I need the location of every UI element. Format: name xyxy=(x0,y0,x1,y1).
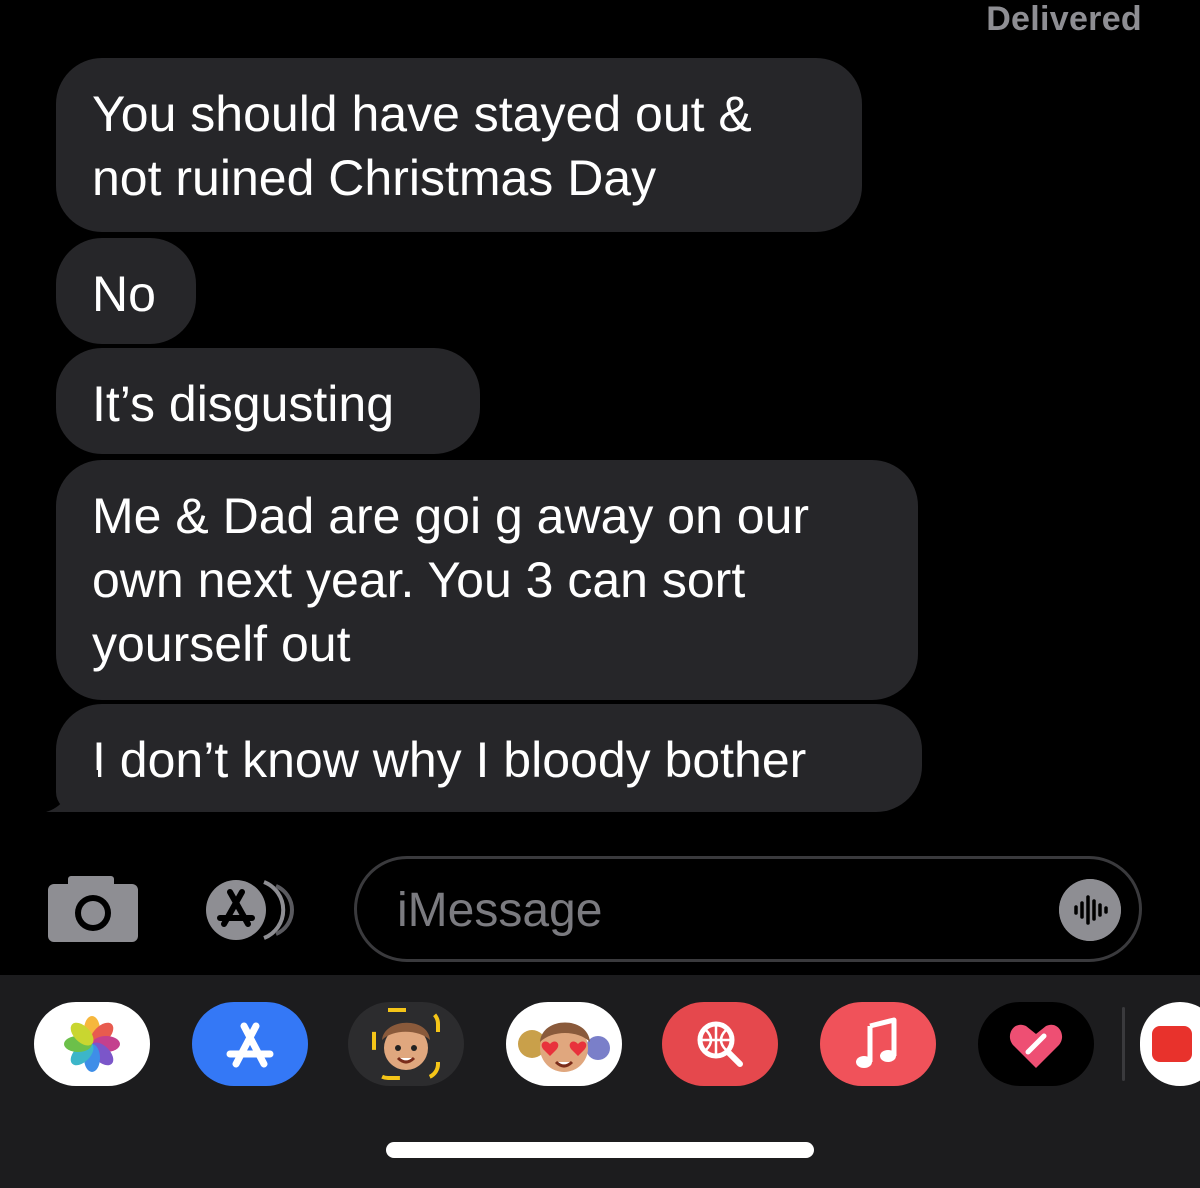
message-bubble[interactable]: You should have stayed out & not ruined … xyxy=(56,58,862,232)
message-bubble[interactable]: It’s disgusting xyxy=(56,348,480,454)
camera-icon[interactable] xyxy=(46,874,140,944)
memoji-stickers-icon[interactable] xyxy=(506,1002,622,1086)
message-input-placeholder: iMessage xyxy=(397,884,603,937)
drawer-divider xyxy=(1122,1007,1125,1081)
app-drawer xyxy=(0,975,1200,1188)
memoji-icon[interactable] xyxy=(348,1002,464,1086)
app-store-icon[interactable] xyxy=(192,1002,308,1086)
message-bubble[interactable]: I don’t know why I bloody bother xyxy=(56,704,922,812)
home-indicator[interactable] xyxy=(386,1142,814,1158)
music-icon[interactable] xyxy=(820,1002,936,1086)
delivered-status: Delivered xyxy=(986,0,1142,38)
photos-icon[interactable] xyxy=(34,1002,150,1086)
audio-waveform-icon[interactable] xyxy=(1059,879,1121,941)
web-search-icon[interactable] xyxy=(662,1002,778,1086)
message-bubble[interactable]: Me & Dad are goi g away on our own next … xyxy=(56,460,918,700)
message-input[interactable]: iMessage xyxy=(354,856,1142,962)
digital-touch-icon[interactable] xyxy=(978,1002,1094,1086)
compose-bar: iMessage xyxy=(0,840,1200,970)
app-store-icon[interactable] xyxy=(204,878,314,942)
more-app-icon[interactable] xyxy=(1140,1002,1200,1086)
bubble-tail xyxy=(46,770,98,812)
message-bubble[interactable]: No xyxy=(56,238,196,344)
